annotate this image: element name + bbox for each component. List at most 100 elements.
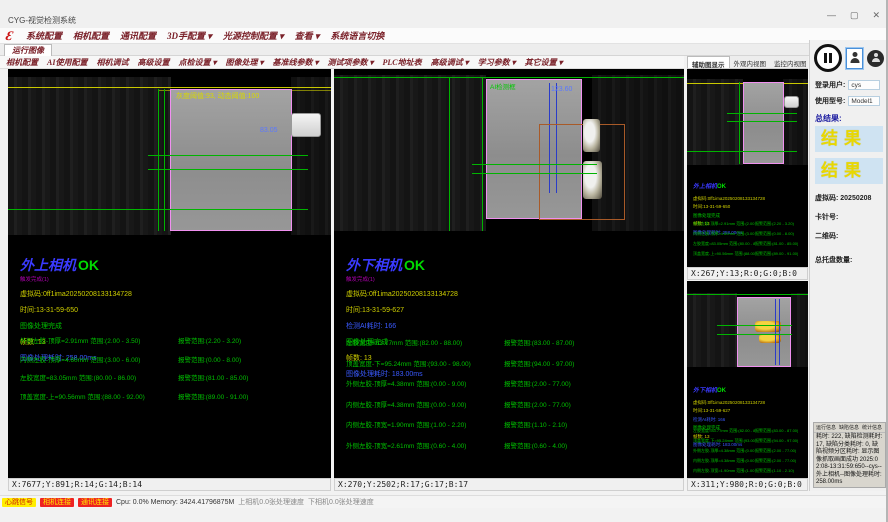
measurement-rows-middle: 左胶宽度=83.77mm 范围:(82.00 - 88.00)报警范围:(83.… <box>346 337 574 460</box>
connector-part <box>291 113 321 137</box>
menu-item-system-config[interactable]: 系统配置 <box>26 29 62 42</box>
thumb-tab-aux-display[interactable]: 辅助图显示 <box>687 56 730 68</box>
alarm-range-text: 报警范围:(2.20 - 3.20) <box>755 221 794 227</box>
alarm-range-text: 报警范围:(2.00 - 77.00) <box>504 378 571 388</box>
measurement-row: 外侧左胶-顶厚=2.91mm 范围:(2.00 - 3.50)报警范围:(2.2… <box>693 221 798 227</box>
alarm-range-text: 报警范围:(2.20 - 3.20) <box>178 335 241 345</box>
tool-test-params[interactable]: 测试项参数 ▾ <box>328 57 374 68</box>
admin-user-button[interactable] <box>867 50 884 67</box>
tool-plc-address[interactable]: PLC地址表 <box>383 57 422 68</box>
close-button[interactable]: ✕ <box>872 10 880 20</box>
measure-text: 顶盖宽度-下=95.24mm 范围:(93.00 - 98.00) <box>346 358 504 368</box>
model-value[interactable]: Model1 <box>848 96 880 106</box>
tool-image-processing[interactable]: 图像处理 ▾ <box>225 57 263 68</box>
result-ok-label: OK <box>717 388 726 394</box>
tool-advanced-debug[interactable]: 高级调试 ▾ <box>431 57 469 68</box>
alarm-range-text: 报警范围:(1.10 - 2.10) <box>504 419 567 429</box>
measure-line-blue <box>779 299 780 365</box>
machinery-background <box>8 77 171 235</box>
time-label: 时间:13-31-59-650 <box>693 204 765 210</box>
thumbnail-view-bottom[interactable]: 外下相机OK 虚拟码:0ff1ima20250208133134728 时间:1… <box>687 281 808 478</box>
result-box-2: 结果 <box>815 158 883 184</box>
measure-line-horizontal <box>727 113 797 114</box>
measurement-row: 外侧左胶-顶厚=2.91mm 范围:(2.00 - 3.50)报警范围:(2.2… <box>20 335 248 345</box>
alarm-range-text: 报警范围:(94.00 - 97.00) <box>504 358 574 368</box>
virtual-code-label: 虚拟码: 20250208 <box>815 193 871 203</box>
measurement-row: 外侧左胶-顶厚=4.38mm 范围:(0.00 - 9.00)报警范围:(2.0… <box>346 378 574 388</box>
ai-elapsed-label: 检测AI耗时: 166 <box>693 417 765 423</box>
lower-camera-rate-label: 下相机0.0张处理速度 <box>308 497 374 507</box>
log-tab-defect[interactable]: 缺陷信息 <box>839 424 859 431</box>
camera-view-left[interactable]: 灰度阈值:93, 动态阈值:100 83.05 外上相机OK 触发完成(1) 虚… <box>8 69 331 478</box>
camera-name-label: 外上相机 <box>20 259 76 274</box>
measure-line-horizontal <box>717 334 792 335</box>
minimize-button[interactable]: — <box>827 10 836 20</box>
menu-item-3d-config[interactable]: 3D手配置 ▾ <box>167 29 212 42</box>
tool-ai-config[interactable]: AI使用配置 <box>47 57 87 68</box>
maximize-button[interactable]: ▢ <box>850 10 859 20</box>
alarm-range-text: 报警范围:(81.00 - 85.00) <box>755 241 798 247</box>
result-ok-label: OK <box>78 257 99 273</box>
camera-name-label: 外下相机 <box>346 259 402 274</box>
measure-text: 左胶宽度=83.77mm 范围:(82.00 - 88.00) <box>693 428 755 434</box>
menu-item-view[interactable]: 查看 ▾ <box>295 29 320 42</box>
login-user-label: 登录用户: <box>815 80 845 90</box>
menu-item-comm-config[interactable]: 通讯配置 <box>120 29 156 42</box>
measure-text: 左胶宽度=83.05mm 范围:(80.00 - 86.00) <box>693 241 755 247</box>
pixel-coords-thumb-bottom: X:311;Y:980;R:0;G:0;B:0 <box>687 478 808 491</box>
menu-item-light-config[interactable]: 光源控制配置 ▾ <box>223 29 284 42</box>
log-panel: 运行信息 缺陷信息 统计信息 耗时: 222, 缺陷检测耗时: 17, 缺陷分类… <box>813 422 886 488</box>
measurement-row: 内侧左胶-顶厚=4.60mm 范围:(3.00 - 6.00)报警范围:(0.0… <box>20 354 248 364</box>
measure-text: 内侧左胶-顶宽=1.90mm 范围:(1.00 - 2.20) <box>693 468 755 474</box>
product-roi-box <box>737 297 791 367</box>
log-tab-stats[interactable]: 统计信息 <box>862 424 882 431</box>
alarm-range-text: 报警范围:(0.00 - 8.00) <box>178 354 241 364</box>
result-box-1: 结果 <box>815 126 883 152</box>
measure-line-horizontal <box>148 155 308 156</box>
operator-login-button[interactable] <box>846 48 863 69</box>
camera-connection-badge: 相机连接 <box>40 498 74 507</box>
thumbnail-view-top[interactable]: 外上相机OK 虚拟码:0ff1ima20250208133134728 时间:1… <box>687 69 808 267</box>
log-tab-run[interactable]: 运行信息 <box>816 424 836 431</box>
tool-learning-params[interactable]: 学习参数 ▾ <box>478 57 516 68</box>
measure-value-label: 83.05 <box>260 127 278 134</box>
process-status-label: 图像处理完成 <box>20 321 132 331</box>
pause-button[interactable] <box>814 44 842 72</box>
machinery-background <box>687 293 737 367</box>
login-user-value[interactable]: cys <box>848 80 880 90</box>
window-controls: — ▢ ✕ <box>827 10 880 20</box>
baseline-green <box>334 77 684 78</box>
cpu-memory-label: Cpu: 0.0% Memory: 3424.41796875M <box>116 499 234 506</box>
alarm-range-text: 报警范围:(0.60 - 4.00) <box>504 440 567 450</box>
log-text: 耗时: 222, 缺陷检测耗时: 17, 缺陷分类耗时: 0, 缺陷视频分区耗时… <box>814 433 885 488</box>
tool-other-settings[interactable]: 其它设置 ▾ <box>525 57 563 68</box>
measure-text: 顶盖宽度-上=90.56mm 范围:(88.00 - 92.00) <box>20 391 178 401</box>
camera-view-middle[interactable]: AI检测框 123.60 外下相机OK 触发完成(1) 虚拟码:0ff1ima2… <box>334 69 684 478</box>
measure-line-horizontal <box>148 169 308 170</box>
menu-item-camera-config[interactable]: 相机配置 <box>73 29 109 42</box>
measurement-row: 外侧左胶-顶宽=2.61mm 范围:(0.60 - 4.00)报警范围:(0.6… <box>346 440 574 450</box>
measurement-row: 外侧左胶-顶厚=4.38mm 范围:(0.00 - 9.00)报警范围:(2.0… <box>693 448 798 454</box>
tool-advanced-settings[interactable]: 高级设置 <box>137 57 169 68</box>
measurement-row: 内侧左胶-顶厚=4.38mm 范围:(0.00 - 9.00)报警范围:(2.0… <box>693 458 798 464</box>
tool-spot-check[interactable]: 点检设置 ▾ <box>178 57 216 68</box>
time-label: 时间:13-31-59-650 <box>20 305 132 315</box>
bright-part <box>583 119 600 152</box>
tool-baseline-params[interactable]: 基准线参数 ▾ <box>272 57 318 68</box>
measure-line-horizontal <box>8 209 308 210</box>
machinery-background <box>291 77 331 235</box>
bright-part <box>759 334 781 343</box>
alarm-range-text: 报警范围:(2.00 - 77.00) <box>755 458 796 464</box>
alarm-range-text: 报警范围:(2.00 - 77.00) <box>504 399 571 409</box>
tool-camera-config[interactable]: 相机配置 <box>6 57 38 68</box>
mini-measurement-rows: 外侧左胶-顶厚=2.91mm 范围:(2.00 - 3.50)报警范围:(2.2… <box>693 221 798 261</box>
detect-region-box <box>539 124 625 220</box>
barcode-label: 虚拟码:0ff1ima20250208133134728 <box>693 400 765 406</box>
alarm-range-text: 报警范围:(81.00 - 85.00) <box>178 372 248 382</box>
app-logo-icon: Ɛ <box>5 30 22 42</box>
tab-run-image[interactable]: 运行图像 <box>4 44 52 56</box>
thumb-tab-monitor-view[interactable]: 监控内视图 <box>770 56 811 68</box>
tool-camera-debug[interactable]: 相机调试 <box>96 57 128 68</box>
thumb-tab-outer-view[interactable]: 外观内视图 <box>730 56 771 68</box>
menu-item-language-switch[interactable]: 系统语言切换 <box>330 29 384 42</box>
